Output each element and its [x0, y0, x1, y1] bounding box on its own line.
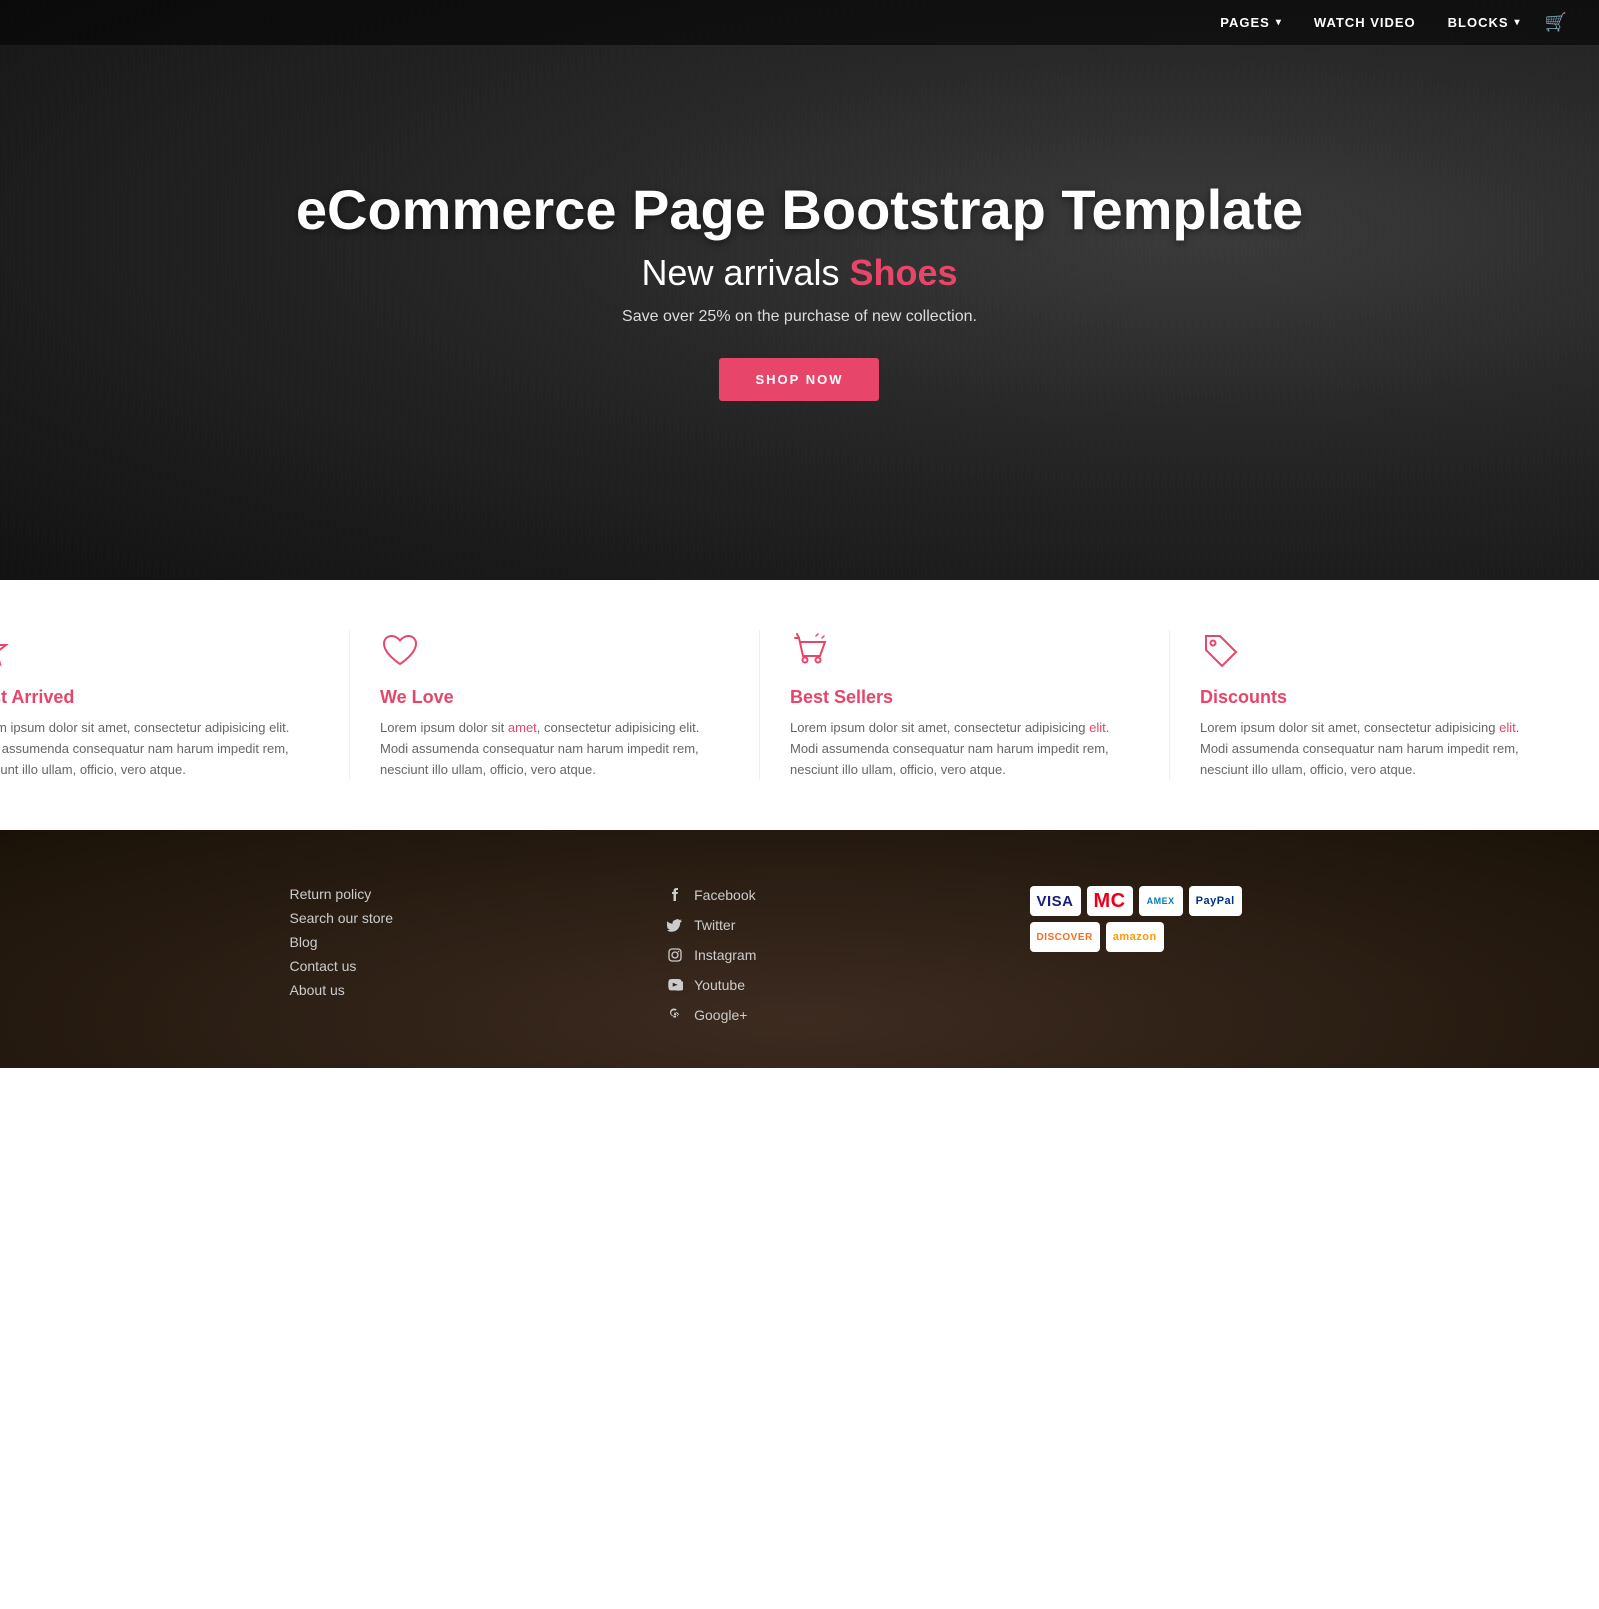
footer-social-facebook[interactable]: Facebook: [666, 886, 756, 904]
hero-subtitle: New arrivals Shoes: [296, 252, 1303, 294]
nav-watch-video[interactable]: WATCH VIDEO: [1314, 15, 1416, 30]
feature-discounts-text: Lorem ipsum dolor sit amet, consectetur …: [1200, 718, 1549, 780]
hero-title: eCommerce Page Bootstrap Template: [296, 179, 1303, 241]
feature-we-love: We Love Lorem ipsum dolor sit amet, cons…: [350, 630, 760, 780]
footer-link-about[interactable]: About us: [290, 982, 394, 998]
cart-icon[interactable]: 🛒: [1545, 12, 1567, 33]
navbar: PAGES ▾ WATCH VIDEO BLOCKS ▾ 🛒: [0, 0, 1599, 45]
footer-payments-col: VISA MC AMEX PayPal DISCOVER amazon: [1030, 886, 1310, 952]
payment-mastercard: MC: [1087, 886, 1133, 916]
footer-social-youtube[interactable]: Youtube: [666, 976, 756, 994]
feature-just-arrived-text: Lorem ipsum dolor sit amet, consectetur …: [0, 718, 319, 780]
feature-we-love-title: We Love: [380, 687, 729, 708]
footer: Return policy Search our store Blog Cont…: [0, 830, 1599, 1068]
hero-content: eCommerce Page Bootstrap Template New ar…: [256, 179, 1343, 402]
feature-discounts-title: Discounts: [1200, 687, 1549, 708]
cart-icon: [790, 630, 830, 670]
payment-amex: AMEX: [1139, 886, 1183, 916]
footer-links-col: Return policy Search our store Blog Cont…: [290, 886, 394, 998]
facebook-icon: [666, 886, 684, 904]
payment-amazon: amazon: [1106, 922, 1164, 952]
shop-now-button[interactable]: SHOP NOW: [719, 358, 879, 401]
twitter-icon: [666, 916, 684, 934]
instagram-icon: [666, 946, 684, 964]
nav-pages[interactable]: PAGES ▾: [1220, 15, 1282, 30]
footer-link-blog[interactable]: Blog: [290, 934, 394, 950]
feature-just-arrived: Just Arrived Lorem ipsum dolor sit amet,…: [0, 630, 350, 780]
chevron-down-icon: ▾: [1515, 17, 1521, 28]
heart-icon: [380, 630, 420, 670]
chevron-down-icon: ▾: [1276, 17, 1282, 28]
features-section: Just Arrived Lorem ipsum dolor sit amet,…: [0, 580, 1599, 830]
footer-social-googleplus[interactable]: Google+: [666, 1006, 756, 1024]
feature-discounts: Discounts Lorem ipsum dolor sit amet, co…: [1170, 630, 1579, 780]
payment-icons: VISA MC AMEX PayPal DISCOVER amazon: [1030, 886, 1310, 952]
footer-link-search[interactable]: Search our store: [290, 910, 394, 926]
payment-discover: DISCOVER: [1030, 922, 1100, 952]
features-row: Just Arrived Lorem ipsum dolor sit amet,…: [0, 580, 1599, 830]
feature-best-sellers-title: Best Sellers: [790, 687, 1139, 708]
feature-best-sellers-text: Lorem ipsum dolor sit amet, consectetur …: [790, 718, 1139, 780]
nav-blocks[interactable]: BLOCKS ▾: [1448, 15, 1521, 30]
feature-we-love-text: Lorem ipsum dolor sit amet, consectetur …: [380, 718, 729, 780]
payment-paypal: PayPal: [1189, 886, 1242, 916]
googleplus-icon: [666, 1006, 684, 1024]
hero-description: Save over 25% on the purchase of new col…: [296, 308, 1303, 326]
footer-link-return-policy[interactable]: Return policy: [290, 886, 394, 902]
feature-best-sellers: Best Sellers Lorem ipsum dolor sit amet,…: [760, 630, 1170, 780]
hero-section: eCommerce Page Bootstrap Template New ar…: [0, 0, 1599, 580]
tag-icon: [1200, 630, 1240, 670]
payment-visa: VISA: [1030, 886, 1081, 916]
feature-just-arrived-title: Just Arrived: [0, 687, 319, 708]
footer-social-instagram[interactable]: Instagram: [666, 946, 756, 964]
footer-social-col: Facebook Twitter Instagram Youtube: [666, 886, 756, 1028]
footer-link-contact[interactable]: Contact us: [290, 958, 394, 974]
youtube-icon: [666, 976, 684, 994]
footer-social-twitter[interactable]: Twitter: [666, 916, 756, 934]
star-icon: [0, 630, 10, 670]
footer-inner: Return policy Search our store Blog Cont…: [250, 886, 1350, 1028]
